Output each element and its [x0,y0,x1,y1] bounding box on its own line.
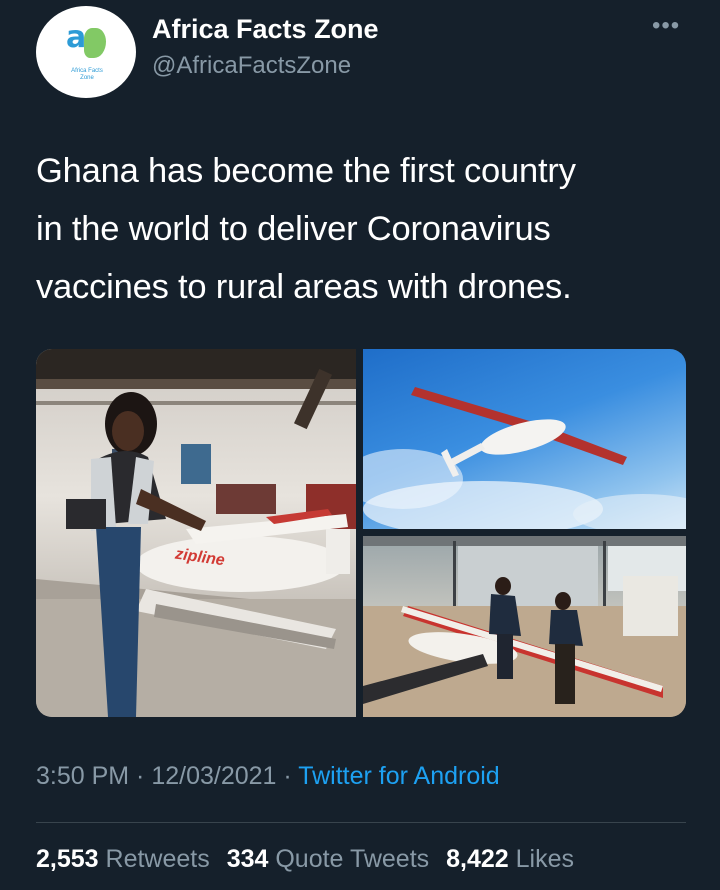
likes-stat[interactable]: 8,422 Likes [446,845,574,873]
photo-drone-in-flight-illustration [363,387,686,529]
retweets-count: 2,553 [36,845,99,873]
meta-separator: · [276,762,299,790]
author-handle[interactable]: @AfricaFactsZone [152,52,351,80]
quote-tweets-label: Quote Tweets [275,845,430,873]
tweet-date: 12/03/2021 [151,762,277,790]
quote-tweets-stat[interactable]: 334 Quote Tweets [227,845,429,873]
retweets-label: Retweets [105,845,210,873]
quote-tweets-count: 334 [226,845,269,873]
avatar[interactable]: a Africa Facts Zone [36,6,136,98]
tweet-line: vaccines to rural areas with drones. [36,268,572,306]
photo-hangar-drone[interactable]: zipline [36,349,356,717]
avatar-logo-glyph: a [66,20,86,55]
tweet-line: in the world to deliver Coronavirus [36,210,551,248]
photo-hangar-team[interactable] [363,536,686,717]
author-display-name[interactable]: Africa Facts Zone [152,14,379,45]
retweets-stat[interactable]: 2,553 Retweets [36,845,210,873]
tweet-meta: 3:50 PM · 12/03/2021 · Twitter for Andro… [36,762,500,791]
tweet-time: 3:50 PM [36,762,130,790]
photo-hangar-drone-illustration [36,349,356,717]
more-options-icon[interactable]: ••• [652,12,680,40]
africa-map-icon [84,28,106,58]
photo-drone-in-flight[interactable] [363,349,686,529]
likes-count: 8,422 [446,845,509,873]
tweet-stats: 2,553 Retweets 334 Quote Tweets 8,422 Li… [36,845,584,874]
tweet-line: Ghana has become the first country [36,152,576,190]
likes-label: Likes [515,845,574,873]
tweet-text: Ghana has become the first country in th… [36,142,696,316]
meta-separator: · [129,762,152,790]
tweet-source-link[interactable]: Twitter for Android [298,762,499,790]
media-grid: zipline [36,349,686,717]
avatar-caption: Africa Facts Zone [71,68,103,81]
divider [36,822,686,823]
photo-hangar-team-illustration [363,536,686,717]
